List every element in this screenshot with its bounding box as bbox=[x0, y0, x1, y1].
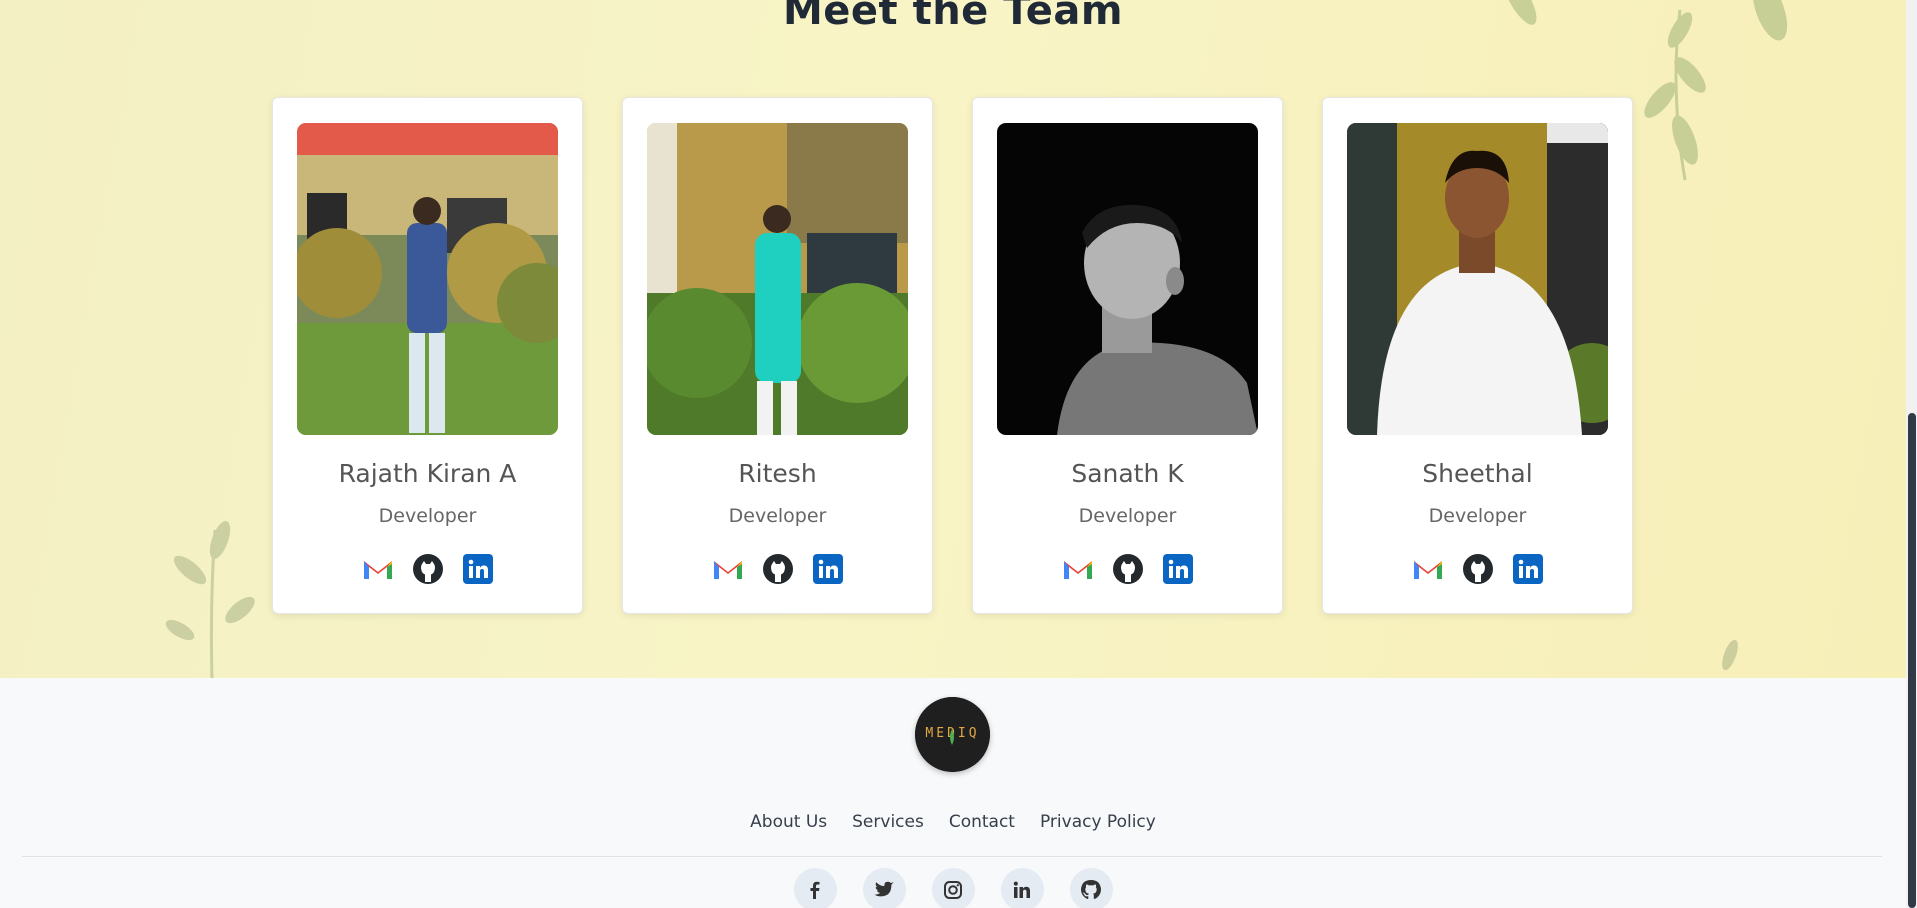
footer-social bbox=[0, 868, 1906, 908]
member-role: Developer bbox=[1078, 505, 1177, 527]
github-icon[interactable] bbox=[761, 552, 795, 586]
member-photo bbox=[1347, 123, 1608, 435]
footer-link-contact[interactable]: Contact bbox=[949, 812, 1015, 832]
facebook-icon[interactable] bbox=[793, 868, 837, 908]
linkedin-icon[interactable] bbox=[461, 552, 495, 586]
team-section: Meet the Team Rajath Kiran A Developer R… bbox=[0, 0, 1906, 678]
instagram-icon[interactable] bbox=[931, 868, 975, 908]
linkedin-icon[interactable] bbox=[1000, 868, 1044, 908]
team-card: Sheethal Developer bbox=[1322, 97, 1633, 614]
member-name: Ritesh bbox=[738, 459, 817, 488]
member-role: Developer bbox=[378, 505, 477, 527]
github-icon[interactable] bbox=[1069, 868, 1113, 908]
github-icon[interactable] bbox=[1111, 552, 1145, 586]
gmail-icon[interactable] bbox=[361, 552, 395, 586]
github-icon[interactable] bbox=[411, 552, 445, 586]
team-card: Ritesh Developer bbox=[622, 97, 933, 614]
footer-link-privacy[interactable]: Privacy Policy bbox=[1040, 812, 1156, 832]
member-name: Sanath K bbox=[1071, 459, 1184, 488]
linkedin-icon[interactable] bbox=[1511, 552, 1545, 586]
linkedin-icon[interactable] bbox=[811, 552, 845, 586]
member-photo bbox=[297, 123, 558, 435]
leaf-decoration-bottom-right bbox=[1722, 639, 1738, 671]
linkedin-icon[interactable] bbox=[1161, 552, 1195, 586]
scrollbar-thumb[interactable] bbox=[1908, 413, 1916, 908]
member-role: Developer bbox=[728, 505, 827, 527]
footer-link-services[interactable]: Services bbox=[852, 812, 924, 832]
member-photo bbox=[997, 123, 1258, 435]
gmail-icon[interactable] bbox=[711, 552, 745, 586]
footer-link-about[interactable]: About Us bbox=[750, 812, 827, 832]
team-card: Rajath Kiran A Developer bbox=[272, 97, 583, 614]
leaf-decoration-bottom-left bbox=[165, 521, 255, 678]
footer-nav: About Us Services Contact Privacy Policy bbox=[0, 812, 1906, 832]
page-scrollbar[interactable] bbox=[1906, 0, 1917, 908]
github-icon[interactable] bbox=[1461, 552, 1495, 586]
gmail-icon[interactable] bbox=[1411, 552, 1445, 586]
footer-logo[interactable]: MEDIQ bbox=[915, 697, 990, 772]
footer-divider bbox=[22, 856, 1882, 857]
member-name: Sheethal bbox=[1422, 459, 1533, 488]
team-card: Sanath K Developer bbox=[972, 97, 1283, 614]
twitter-icon[interactable] bbox=[862, 868, 906, 908]
member-name: Rajath Kiran A bbox=[338, 459, 517, 488]
member-role: Developer bbox=[1428, 505, 1527, 527]
member-photo bbox=[647, 123, 908, 435]
gmail-icon[interactable] bbox=[1061, 552, 1095, 586]
section-title: Meet the Team bbox=[782, 0, 1124, 34]
